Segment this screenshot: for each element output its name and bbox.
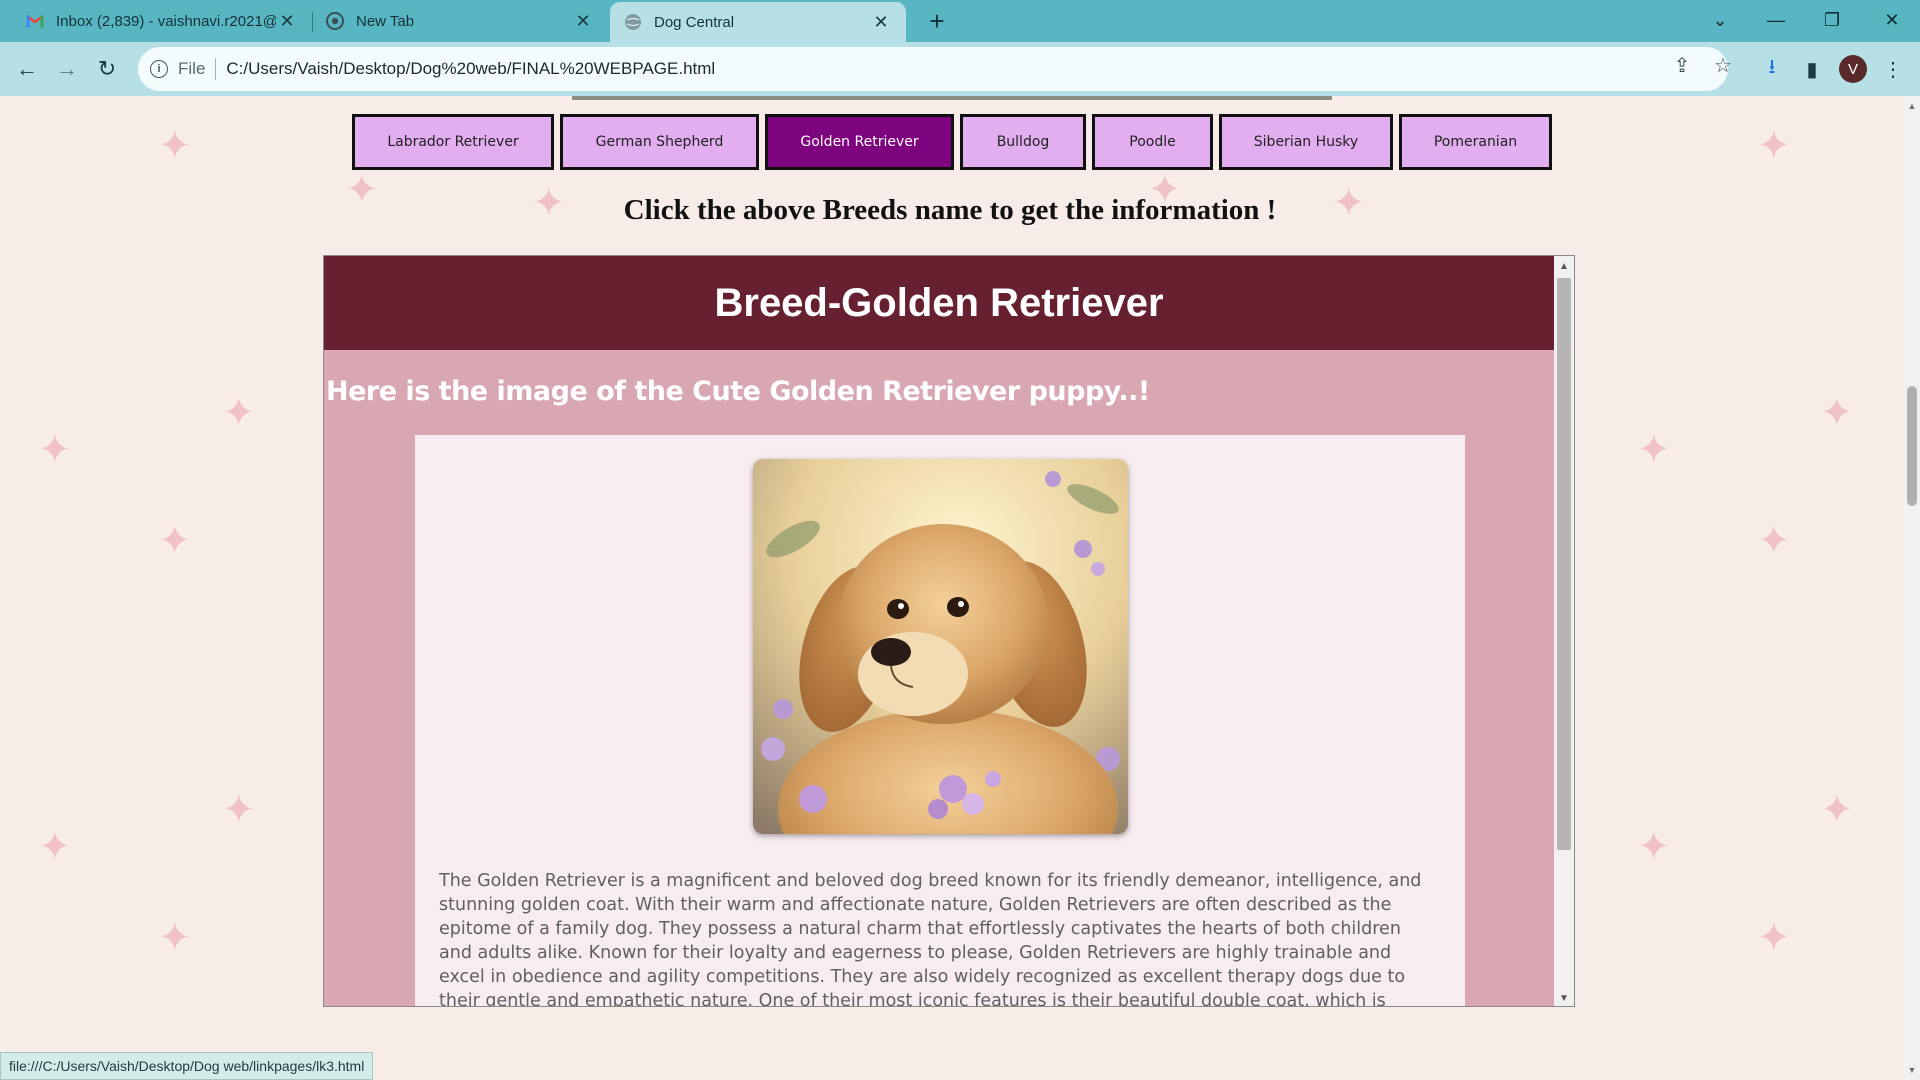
sparkle-decoration-icon: ✦ [1757,916,1791,960]
sparkle-decoration-icon: ✦ [158,519,192,563]
site-info-icon[interactable]: i [150,60,168,78]
scroll-up-arrow-icon[interactable]: ▲ [1904,98,1920,114]
tab-dog-central[interactable]: Dog Central ✕ [610,2,906,42]
tab-title: Dog Central [654,13,735,31]
globe-icon [624,13,642,31]
scroll-up-arrow-icon[interactable]: ▲ [1554,258,1574,274]
tab-new-tab[interactable]: New Tab ✕ [312,0,608,42]
breed-content-card: The Golden Retriever is a magnificent an… [415,435,1465,1007]
sparkle-decoration-icon: ✦ [1637,825,1671,869]
banner-image-edge [572,96,1332,100]
golden-retriever-puppy-image [753,459,1128,834]
address-bar[interactable]: i File C:/Users/Vaish/Desktop/Dog%20web/… [138,47,1728,91]
tab-title: Inbox (2,839) - vaishnavi.r2021@ [56,12,276,30]
tab-title: New Tab [356,12,415,30]
breed-button-golden-retriever[interactable]: Golden Retriever [765,114,954,170]
sparkle-decoration-icon: ✦ [38,428,72,472]
breed-button-german-shepherd[interactable]: German Shepherd [560,114,759,170]
reload-icon[interactable]: ↻ [90,52,124,86]
page-viewport: ✦ ✦ ✦ ✦ ✦ ✦ ✦ ✦ ✦ ✦ ✦ ✦ ✦ ✦ ✦ ✦ ✦ ✦ Labr… [0,96,1904,1080]
frame-scrollbar[interactable]: ▲ ▼ [1554,256,1574,1006]
sparkle-decoration-icon: ✦ [1637,428,1671,472]
sparkle-decoration-icon: ✦ [1820,391,1854,435]
address-url[interactable]: C:/Users/Vaish/Desktop/Dog%20web/FINAL%2… [226,59,715,79]
close-tab-icon[interactable]: ✕ [276,10,298,32]
link-status-bubble: file:///C:/Users/Vaish/Desktop/Dog web/l… [0,1052,374,1080]
breed-title: Breed-Golden Retriever [714,280,1164,325]
instruction-heading: Click the above Breeds name to get the i… [623,194,1277,226]
new-tab-button[interactable]: + [922,6,952,36]
close-tab-icon[interactable]: ✕ [870,11,892,33]
page-scrollbar-thumb[interactable] [1907,386,1917,506]
scroll-down-arrow-icon[interactable]: ▼ [1554,990,1574,1006]
breed-button-siberian-husky[interactable]: Siberian Husky [1219,114,1393,170]
bookmark-star-icon[interactable]: ☆ [1712,54,1734,77]
profile-avatar[interactable]: V [1839,55,1867,83]
sparkle-decoration-icon: ✦ [158,124,192,168]
breed-description: The Golden Retriever is a magnificent an… [439,871,1422,1007]
address-scheme: File [178,59,206,78]
download-icon[interactable]: ⭳ [1755,52,1789,86]
tab-search-icon[interactable]: ⌄ [1692,0,1748,40]
minimize-button[interactable]: — [1748,0,1804,40]
side-panel-icon[interactable]: ▮ [1795,52,1829,86]
gmail-icon [26,12,44,30]
tab-gmail[interactable]: Inbox (2,839) - vaishnavi.r2021@ ✕ [12,0,312,42]
share-icon[interactable]: ⇪ [1671,54,1693,77]
tab-strip: Inbox (2,839) - vaishnavi.r2021@ ✕ New T… [0,0,1920,42]
frame-scrollbar-thumb[interactable] [1557,278,1571,850]
sparkle-decoration-icon: ✦ [222,788,256,832]
sparkle-decoration-icon: ✦ [222,391,256,435]
sparkle-decoration-icon: ✦ [38,825,72,869]
sparkle-decoration-icon: ✦ [1757,519,1791,563]
menu-kebab-icon[interactable]: ⋮ [1876,52,1910,86]
close-tab-icon[interactable]: ✕ [572,10,594,32]
breed-subtitle: Here is the image of the Cute Golden Ret… [326,376,1150,407]
breed-button-labrador-retriever[interactable]: Labrador Retriever [352,114,554,170]
back-arrow-icon[interactable]: ← [10,52,44,86]
address-divider [215,58,217,80]
forward-arrow-icon[interactable]: → [50,52,84,86]
breed-button-bulldog[interactable]: Bulldog [960,114,1086,170]
breed-detail-frame[interactable]: Breed-Golden Retriever Here is the image… [323,255,1575,1007]
browser-toolbar: ← → ↻ i File C:/Users/Vaish/Desktop/Dog%… [0,42,1920,96]
breed-button-pomeranian[interactable]: Pomeranian [1399,114,1552,170]
breed-header: Breed-Golden Retriever [324,256,1554,350]
page-scrollbar[interactable]: ▲ ▼ [1904,96,1920,1080]
sparkle-decoration-icon: ✦ [158,916,192,960]
chrome-icon [326,12,344,30]
breed-navigation: Labrador Retriever German Shepherd Golde… [352,114,1552,170]
breed-button-poodle[interactable]: Poodle [1092,114,1213,170]
sparkle-decoration-icon: ✦ [1820,788,1854,832]
sparkle-decoration-icon: ✦ [1757,124,1791,168]
restore-button[interactable]: ❐ [1804,0,1860,40]
scroll-down-arrow-icon[interactable]: ▼ [1904,1062,1920,1078]
close-window-button[interactable]: ✕ [1864,0,1920,40]
